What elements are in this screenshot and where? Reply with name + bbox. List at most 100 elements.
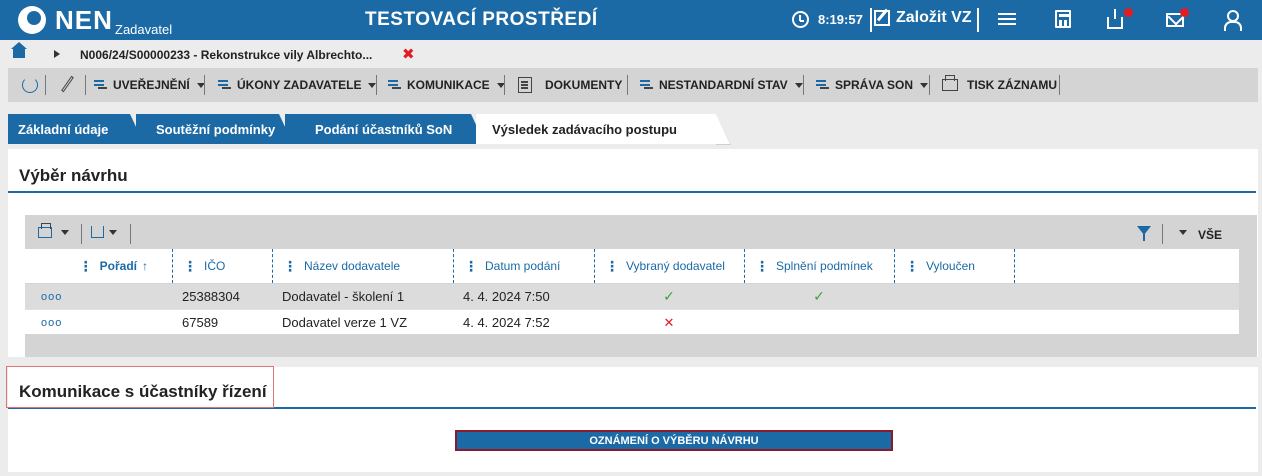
divider: [1162, 224, 1163, 244]
export-icon: [91, 226, 104, 238]
print-icon: [942, 75, 958, 91]
col-label: Název dodavatele: [304, 259, 401, 273]
export-menu[interactable]: [91, 226, 117, 238]
suppliers-grid: VŠE ⋮ Pořadí ↑ ⋮ IČO ⋮ Název dodavatele …: [25, 215, 1257, 357]
col-nazev[interactable]: ⋮ Název dodavatele: [272, 249, 453, 283]
tab-soutezni-podminky[interactable]: Soutěžní podmínky: [136, 114, 293, 144]
section-underline: [8, 191, 1256, 193]
row-menu-icon[interactable]: ooo: [41, 317, 62, 329]
breadcrumb: N006/24/S00000233 - Rekonstrukce vily Al…: [0, 40, 1262, 68]
inbox-icon[interactable]: [1107, 17, 1123, 29]
tab-label: Výsledek zadávacího postupu: [492, 121, 677, 137]
cell-datum: 4. 4. 2024 7:52: [463, 315, 550, 330]
table-row[interactable]: ooo 25388304 Dodavatel - školení 1 4. 4.…: [25, 284, 1239, 309]
col-splneni[interactable]: ⋮ Splnění podmínek: [744, 249, 894, 283]
column-menu-icon[interactable]: ⋮: [605, 258, 619, 275]
col-vyloucen[interactable]: ⋮ Vyloučen: [894, 249, 1014, 283]
column-menu-icon[interactable]: ⋮: [755, 258, 769, 275]
komunikace-menu[interactable]: KOMUNIKACE: [388, 68, 505, 102]
sort-asc-icon: ↑: [142, 259, 148, 273]
caret-down-icon: [920, 82, 929, 88]
check-icon: ✓: [813, 288, 825, 304]
environment-title: TESTOVACÍ PROSTŘEDÍ: [365, 9, 598, 30]
filter-all-label[interactable]: VŠE: [1198, 228, 1222, 242]
chevron-right-icon: [54, 50, 60, 58]
breadcrumb-item[interactable]: N006/24/S00000233 - Rekonstrukce vily Al…: [80, 48, 372, 62]
divider: [81, 224, 82, 244]
tisk-label: TISK ZÁZNAMU: [967, 78, 1057, 92]
brand-subtitle: Zadavatel: [115, 22, 173, 37]
list-icon: [388, 79, 402, 91]
row-menu-icon[interactable]: ooo: [41, 291, 62, 303]
caret-down-icon: [109, 229, 117, 235]
calculator-icon[interactable]: [1055, 10, 1071, 28]
list-icon: [94, 79, 108, 91]
nestandardni-stav-menu[interactable]: NESTANDARDNÍ STAV: [640, 68, 803, 102]
column-menu-icon[interactable]: ⋮: [283, 258, 297, 275]
highlight-frame: [6, 366, 274, 408]
oznameni-o-vyberu-button[interactable]: OZNÁMENÍ O VÝBĚRU NÁVRHU: [455, 430, 893, 451]
tab-label: Základní údaje: [18, 121, 109, 137]
home-icon[interactable]: [11, 42, 27, 58]
ukony-label: ÚKONY ZADAVATELE: [237, 78, 362, 92]
divider: [204, 75, 205, 95]
caret-down-icon[interactable]: [1179, 230, 1187, 235]
divider: [1059, 75, 1060, 95]
tab-podani-ucastniku[interactable]: Podání účastníků SoN: [285, 114, 485, 144]
print-menu[interactable]: [38, 223, 69, 238]
divider: [504, 75, 505, 95]
refresh-icon[interactable]: [22, 77, 38, 93]
brand-name: NEN: [55, 5, 113, 35]
document-icon: [518, 77, 532, 93]
col-poradi[interactable]: ⋮ Pořadí ↑: [25, 249, 172, 283]
pencil-icon[interactable]: [61, 75, 74, 93]
menu-icon[interactable]: [998, 10, 1018, 30]
grid-header: ⋮ Pořadí ↑ ⋮ IČO ⋮ Název dodavatele ⋮ Da…: [25, 249, 1239, 283]
divider: [627, 75, 628, 95]
col-label: Vyloučen: [926, 259, 975, 273]
tab-vysledek-zadavaciho-postupu[interactable]: Výsledek zadávacího postupu: [476, 114, 731, 145]
tab-zakladni-udaje[interactable]: Základní údaje: [8, 114, 144, 144]
top-bar: NEN Zadavatel TESTOVACÍ PROSTŘEDÍ 8:19:5…: [0, 0, 1262, 40]
list-icon: [640, 79, 654, 91]
caret-down-icon: [794, 82, 803, 88]
column-menu-icon[interactable]: ⋮: [905, 258, 919, 275]
dokumenty-button[interactable]: DOKUMENTY: [518, 68, 622, 102]
cell-nazev: Dodavatel - školení 1: [282, 289, 405, 304]
filter-icon[interactable]: [1137, 226, 1151, 242]
section-title: Výběr návrhu: [19, 166, 128, 185]
divider: [376, 75, 377, 95]
create-vz-label: Založit VZ: [896, 9, 972, 26]
cell-splneni: [744, 310, 894, 335]
dokumenty-label: DOKUMENTY: [545, 78, 623, 92]
uverejneni-menu[interactable]: UVEŘEJNĚNÍ: [94, 68, 205, 102]
ukony-zadavatele-menu[interactable]: ÚKONY ZADAVATELE: [218, 68, 377, 102]
uverejneni-label: UVEŘEJNĚNÍ: [113, 78, 190, 92]
divider: [130, 224, 131, 244]
cell-ico: 25388304: [182, 289, 240, 304]
cell-nazev: Dodavatel verze 1 VZ: [282, 315, 408, 330]
nen-logo-icon: [18, 6, 46, 34]
create-vz-button[interactable]: Založit VZ: [874, 9, 972, 27]
column-menu-icon[interactable]: ⋮: [183, 258, 197, 275]
col-vybrany[interactable]: ⋮ Vybraný dodavatel: [594, 249, 744, 283]
column-menu-icon[interactable]: ⋮: [464, 258, 478, 275]
col-label: Datum podání: [485, 259, 561, 273]
table-row[interactable]: ooo 67589 Dodavatel verze 1 VZ 4. 4. 202…: [25, 309, 1239, 334]
session-clock: 8:19:57: [818, 12, 863, 27]
close-icon[interactable]: ✖: [402, 45, 415, 63]
user-icon[interactable]: [1224, 10, 1242, 31]
sprava-son-menu[interactable]: SPRÁVA SON: [816, 68, 929, 102]
list-icon: [816, 79, 830, 91]
divider: [45, 75, 46, 95]
col-ico[interactable]: ⋮ IČO: [172, 249, 272, 283]
col-datum[interactable]: ⋮ Datum podání: [453, 249, 594, 283]
cross-icon: ✕: [663, 314, 675, 330]
tab-label: Soutěžní podmínky: [156, 121, 276, 137]
divider: [929, 75, 930, 95]
column-menu-icon[interactable]: ⋮: [79, 258, 93, 275]
col-label: Pořadí: [99, 259, 137, 273]
cell-datum: 4. 4. 2024 7:50: [463, 289, 550, 304]
tisk-zaznamu-button[interactable]: TISK ZÁZNAMU: [942, 68, 1057, 102]
list-icon: [218, 79, 232, 91]
